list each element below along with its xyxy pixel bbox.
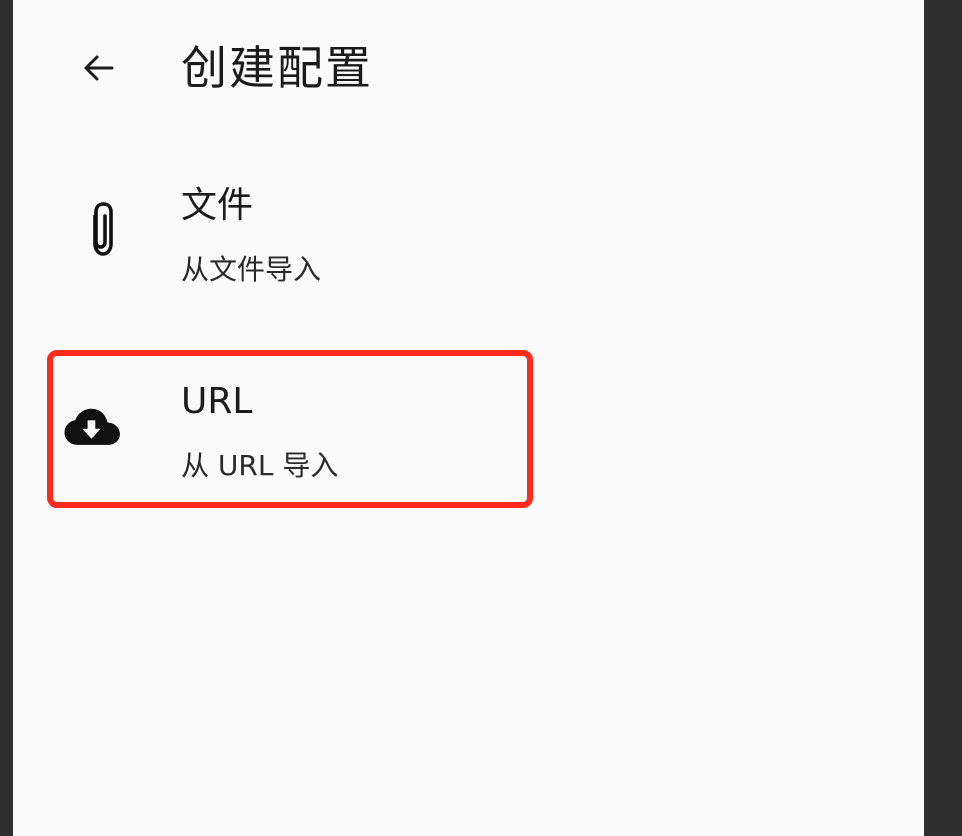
file-option-title: 文件 <box>181 185 254 226</box>
cloud-download-icon <box>63 398 123 458</box>
create-config-screen: 创建配置 文件 从文件导入 URL 从 URL 导入 <box>13 0 924 836</box>
file-option-subtitle: 从文件导入 <box>181 253 322 286</box>
paperclip-icon <box>73 200 133 260</box>
import-from-url-item[interactable]: URL 从 URL 导入 <box>47 350 533 508</box>
import-from-file-item[interactable]: 文件 从文件导入 <box>43 170 538 320</box>
arrow-left-icon[interactable] <box>81 50 117 86</box>
url-option-subtitle: 从 URL 导入 <box>181 449 339 482</box>
url-option-title: URL <box>181 381 253 422</box>
page-title: 创建配置 <box>181 41 373 95</box>
right-frame-edge <box>924 0 962 836</box>
left-frame-edge <box>0 0 13 836</box>
